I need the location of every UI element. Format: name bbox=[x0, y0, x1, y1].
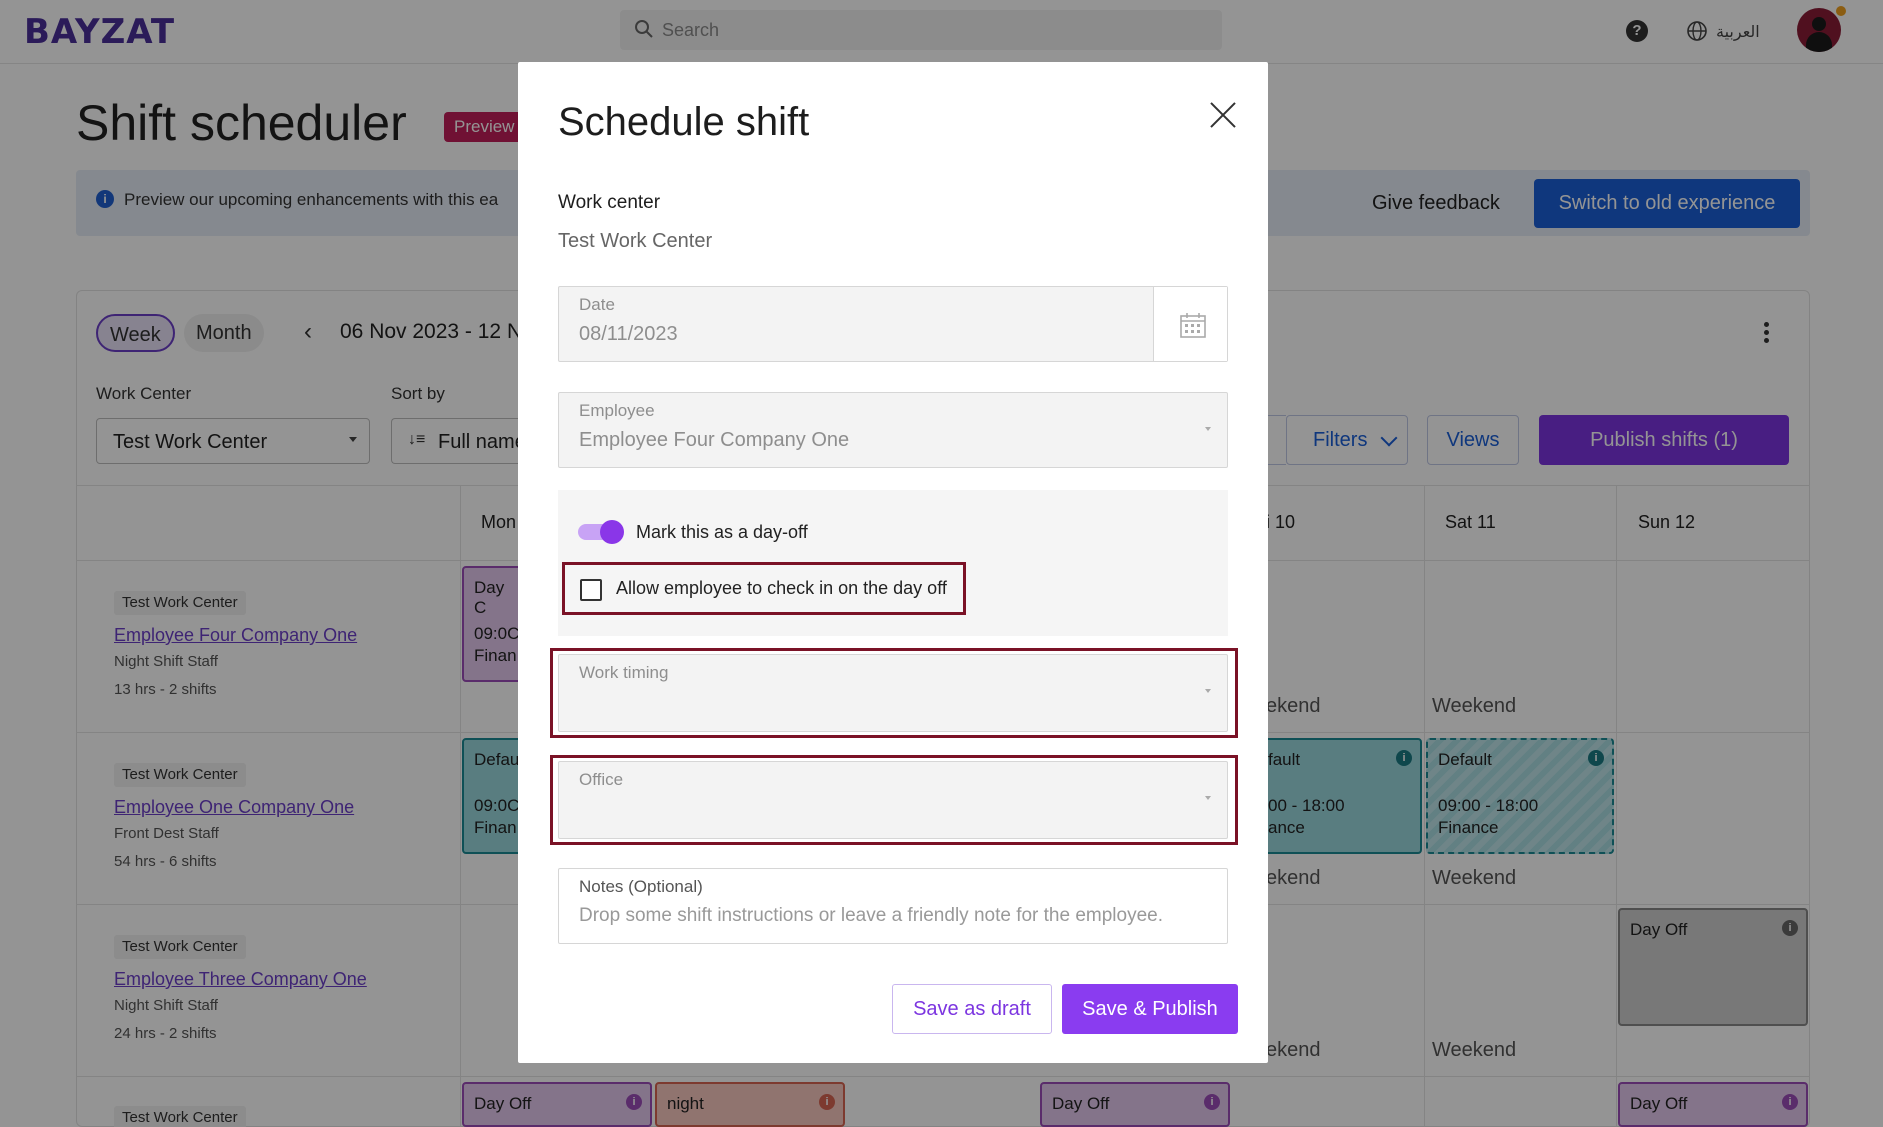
save-and-publish-button[interactable]: Save & Publish bbox=[1062, 984, 1238, 1034]
date-value: 08/11/2023 bbox=[579, 323, 678, 345]
employee-select[interactable]: Employee Employee Four Company One bbox=[558, 392, 1228, 468]
employee-value: Employee Four Company One bbox=[579, 429, 850, 451]
office-select[interactable]: Office bbox=[558, 761, 1228, 839]
day-off-toggle[interactable] bbox=[578, 520, 624, 544]
work-timing-label: Work timing bbox=[579, 663, 669, 682]
dialog-title: Schedule shift bbox=[558, 100, 810, 144]
work-center-value: Test Work Center bbox=[558, 230, 713, 252]
office-label: Office bbox=[579, 770, 624, 789]
schedule-shift-dialog: Schedule shift Work center Test Work Cen… bbox=[518, 62, 1268, 1063]
work-center-label: Work center bbox=[558, 192, 661, 213]
employee-label: Employee bbox=[579, 401, 655, 420]
save-as-draft-button[interactable]: Save as draft bbox=[892, 984, 1052, 1034]
close-icon[interactable] bbox=[1208, 100, 1238, 130]
date-field[interactable]: Date 08/11/2023 bbox=[558, 286, 1228, 362]
calendar-button[interactable] bbox=[1153, 287, 1227, 361]
allow-checkin-checkbox[interactable] bbox=[580, 579, 602, 601]
chevron-down-icon bbox=[1205, 689, 1211, 693]
calendar-icon bbox=[1180, 313, 1206, 338]
day-off-toggle-label: Mark this as a day-off bbox=[636, 522, 808, 542]
notes-placeholder: Drop some shift instructions or leave a … bbox=[579, 905, 1164, 926]
notes-label: Notes (Optional) bbox=[579, 877, 703, 896]
notes-field[interactable]: Notes (Optional) Drop some shift instruc… bbox=[558, 868, 1228, 944]
work-timing-select[interactable]: Work timing bbox=[558, 654, 1228, 732]
chevron-down-icon bbox=[1205, 427, 1211, 431]
date-label: Date bbox=[579, 295, 615, 314]
allow-checkin-label[interactable]: Allow employee to check in on the day of… bbox=[616, 578, 947, 599]
chevron-down-icon bbox=[1205, 796, 1211, 800]
